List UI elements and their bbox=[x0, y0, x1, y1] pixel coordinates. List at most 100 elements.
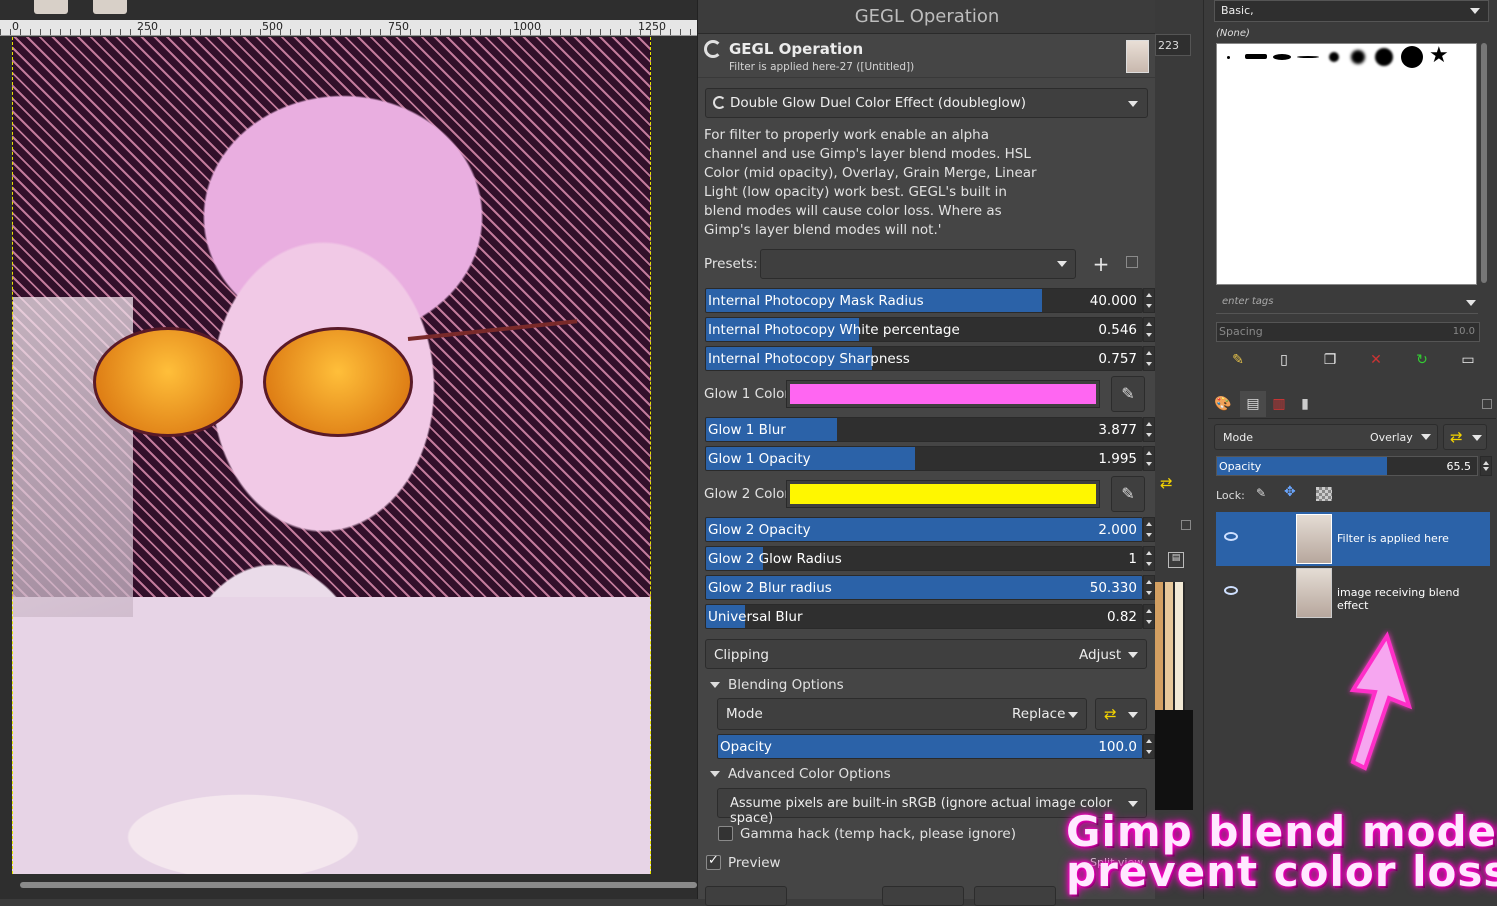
eyedropper-icon[interactable]: ✎ bbox=[1111, 476, 1145, 512]
open-brush-icon[interactable]: ▭ bbox=[1460, 352, 1476, 368]
layer-row[interactable]: image receiving blend effect bbox=[1216, 566, 1490, 620]
dialog-titlebar[interactable]: GEGL Operation bbox=[698, 0, 1156, 34]
glow2-opacity-spinner[interactable] bbox=[1143, 517, 1155, 542]
bust-photo[interactable] bbox=[12, 37, 651, 874]
gegl-icon bbox=[704, 40, 722, 58]
lock-position-icon[interactable]: ✥ bbox=[1284, 484, 1296, 500]
brush-item[interactable] bbox=[1273, 54, 1291, 60]
star-brush-icon[interactable]: ★ bbox=[1429, 43, 1449, 68]
brush-item[interactable] bbox=[1329, 52, 1339, 62]
new-brush-icon[interactable]: ▯ bbox=[1276, 352, 1292, 368]
universal-blur-slider[interactable]: Universal Blur 0.82 bbox=[705, 604, 1143, 629]
glow1-blur-slider[interactable]: Glow 1 Blur 3.877 bbox=[705, 417, 1143, 442]
brush-item[interactable] bbox=[1245, 54, 1267, 59]
blend-mode-select[interactable]: Mode Replace bbox=[717, 698, 1087, 730]
brush-item[interactable] bbox=[1351, 50, 1365, 64]
glow1-opacity-slider[interactable]: Glow 1 Opacity 1.995 bbox=[705, 446, 1143, 471]
slider-label: Internal Photocopy Sharpness bbox=[708, 351, 910, 367]
layer-name: Filter is applied here bbox=[1337, 532, 1449, 545]
universal-blur-spinner[interactable] bbox=[1143, 604, 1155, 629]
lock-pixels-icon[interactable]: ✎ bbox=[1256, 486, 1266, 500]
delete-brush-icon[interactable]: ✕ bbox=[1368, 352, 1384, 368]
palette-icon[interactable]: 🎨 bbox=[1210, 391, 1236, 417]
presets-select[interactable] bbox=[760, 249, 1076, 279]
visibility-eye-icon[interactable] bbox=[1224, 532, 1238, 541]
image-tab-thumbnail[interactable] bbox=[34, 0, 68, 14]
reset-button[interactable] bbox=[882, 886, 964, 906]
sharpness-spinner[interactable] bbox=[1143, 346, 1155, 371]
layer-mode-select[interactable]: Mode Overlay bbox=[1214, 424, 1438, 450]
paths-tab-icon[interactable]: ▮ bbox=[1292, 391, 1318, 417]
glow1-color-button[interactable] bbox=[786, 380, 1100, 408]
layer-row[interactable]: Filter is applied here bbox=[1216, 512, 1490, 566]
brush-item[interactable] bbox=[1375, 48, 1393, 66]
edit-brush-icon[interactable]: ✎ bbox=[1230, 352, 1246, 368]
horizontal-scrollbar[interactable] bbox=[20, 882, 697, 888]
tags-input[interactable]: enter tags bbox=[1216, 292, 1478, 314]
brush-grid[interactable]: ★ bbox=[1216, 43, 1477, 285]
glow2-blur-radius-slider[interactable]: Glow 2 Blur radius 50.330 bbox=[705, 575, 1143, 600]
presets-menu-icon[interactable] bbox=[1126, 256, 1138, 268]
mask-radius-spinner[interactable] bbox=[1143, 288, 1155, 313]
blend-opacity-slider[interactable]: Opacity 100.0 bbox=[717, 734, 1143, 759]
help-button[interactable] bbox=[705, 886, 787, 906]
add-preset-icon[interactable]: + bbox=[1091, 252, 1111, 276]
blend-opacity-spinner[interactable] bbox=[1143, 734, 1155, 759]
advanced-color-options-expander[interactable]: Advanced Color Options bbox=[710, 766, 891, 782]
image-tab-thumbnail[interactable] bbox=[93, 0, 127, 14]
composite-mode-button[interactable]: ⇄ bbox=[1095, 698, 1147, 730]
layer-opacity-spinner[interactable] bbox=[1480, 456, 1492, 476]
clipping-label: Clipping bbox=[714, 647, 769, 663]
channels-tab-icon[interactable]: ▥ bbox=[1266, 391, 1292, 417]
clipping-select[interactable]: Clipping Adjust bbox=[705, 639, 1147, 669]
brush-grid-scrollbar[interactable] bbox=[1481, 43, 1487, 283]
layer-opacity-slider[interactable]: Opacity 65.5 bbox=[1216, 456, 1478, 476]
spacing-slider[interactable]: Spacing 10.0 bbox=[1216, 322, 1480, 342]
dock-menu-icon[interactable] bbox=[1181, 520, 1191, 530]
eyedropper-icon[interactable]: ✎ bbox=[1111, 376, 1145, 412]
visibility-eye-icon[interactable] bbox=[1224, 586, 1238, 595]
composite-swap-icon[interactable]: ⇄ bbox=[1160, 474, 1173, 492]
preview-checkbox[interactable]: ✓ bbox=[706, 853, 721, 870]
dialog-header: GEGL Operation Filter is applied here-27… bbox=[698, 34, 1156, 78]
glow1-opacity-spinner[interactable] bbox=[1143, 446, 1155, 471]
sunglasses-lens-right bbox=[263, 327, 413, 437]
ok-button[interactable] bbox=[974, 886, 1056, 906]
layer-composite-button[interactable]: ⇄ bbox=[1443, 424, 1487, 450]
refresh-brushes-icon[interactable]: ↻ bbox=[1414, 352, 1430, 368]
chevron-down-icon bbox=[1128, 101, 1138, 107]
brush-item[interactable] bbox=[1401, 46, 1423, 68]
histogram-icon[interactable]: ▤ bbox=[1168, 552, 1184, 568]
dialog-header-subtitle: Filter is applied here-27 ([Untitled]) bbox=[729, 61, 915, 73]
glow2-opacity-slider[interactable]: Glow 2 Opacity 2.000 bbox=[705, 517, 1143, 542]
sharpness-slider[interactable]: Internal Photocopy Sharpness 0.757 bbox=[705, 346, 1143, 371]
brush-set-value: Basic, bbox=[1221, 4, 1254, 17]
white-percentage-slider[interactable]: Internal Photocopy White percentage 0.54… bbox=[705, 317, 1143, 342]
blending-options-expander[interactable]: Blending Options bbox=[710, 677, 844, 693]
chevron-down-icon bbox=[1470, 8, 1480, 14]
image-canvas-area[interactable]: 0 250 500 750 1000 1250 bbox=[0, 0, 697, 899]
lock-label: Lock: bbox=[1216, 489, 1245, 502]
lock-alpha-icon[interactable] bbox=[1316, 487, 1332, 501]
glow2-glow-radius-spinner[interactable] bbox=[1143, 546, 1155, 571]
duplicate-brush-icon[interactable]: ❐ bbox=[1322, 352, 1338, 368]
layer-mode-label: Mode bbox=[1223, 431, 1253, 444]
glow2-glow-radius-slider[interactable]: Glow 2 Glow Radius 1 bbox=[705, 546, 1143, 571]
brush-item[interactable] bbox=[1227, 56, 1230, 59]
mask-radius-slider[interactable]: Internal Photocopy Mask Radius 40.000 bbox=[705, 288, 1143, 313]
slider-value: 0.546 bbox=[1098, 322, 1137, 338]
glow2-blur-radius-spinner[interactable] bbox=[1143, 575, 1155, 600]
slider-value: 3.877 bbox=[1098, 422, 1137, 438]
glow1-blur-spinner[interactable] bbox=[1143, 417, 1155, 442]
filter-select[interactable]: Double Glow Duel Color Effect (doubleglo… bbox=[705, 88, 1148, 118]
zoom-spinner[interactable]: 223 bbox=[1155, 34, 1191, 56]
white-percentage-spinner[interactable] bbox=[1143, 317, 1155, 342]
brush-set-select[interactable]: Basic, bbox=[1214, 0, 1489, 22]
brush-item[interactable] bbox=[1297, 56, 1319, 58]
dock-menu-icon[interactable] bbox=[1482, 399, 1492, 409]
glow2-color-button[interactable] bbox=[786, 480, 1100, 508]
chevron-down-icon bbox=[1128, 652, 1138, 658]
layers-tab-icon[interactable]: ▤ bbox=[1240, 391, 1266, 417]
slider-label: Glow 2 Glow Radius bbox=[708, 551, 842, 567]
gamma-hack-checkbox[interactable] bbox=[718, 826, 733, 841]
